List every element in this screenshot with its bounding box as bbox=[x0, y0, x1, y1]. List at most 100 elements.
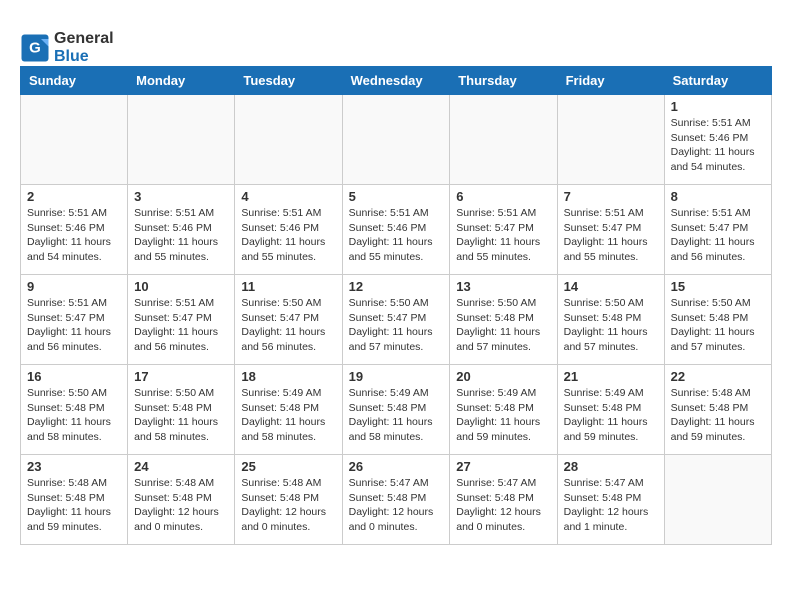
calendar-cell: 23Sunrise: 5:48 AM Sunset: 5:48 PM Dayli… bbox=[21, 455, 128, 545]
day-number: 4 bbox=[241, 189, 335, 204]
day-number: 11 bbox=[241, 279, 335, 294]
calendar-header-monday: Monday bbox=[128, 67, 235, 95]
calendar-cell: 5 Sunrise: 5:51 AM Sunset: 5:46 PM Daylig… bbox=[342, 185, 450, 275]
calendar-cell: 16 Sunrise: 5:50 AM Sunset: 5:48 PM Dayli… bbox=[21, 365, 128, 455]
day-info: Sunrise: 5:50 AM Sunset: 5:48 PM Dayligh… bbox=[134, 386, 228, 445]
calendar-cell: 6 Sunrise: 5:51 AM Sunset: 5:47 PM Daylig… bbox=[450, 185, 557, 275]
day-number: 12 bbox=[349, 279, 444, 294]
day-number: 16 bbox=[27, 369, 121, 384]
calendar-cell bbox=[557, 95, 664, 185]
day-number: 15 bbox=[671, 279, 765, 294]
calendar-header-row: SundayMondayTuesdayWednesdayThursdayFrid… bbox=[21, 67, 772, 95]
day-number: 2 bbox=[27, 189, 121, 204]
day-info: Sunrise: 5:47 AM Sunset: 5:48 PM Dayligh… bbox=[349, 476, 444, 535]
calendar-header-sunday: Sunday bbox=[21, 67, 128, 95]
day-info: Sunrise: 5:49 AM Sunset: 5:48 PM Dayligh… bbox=[241, 386, 335, 445]
day-info: Sunrise: 5:51 AM Sunset: 5:47 PM Dayligh… bbox=[564, 206, 658, 265]
day-number: 3 bbox=[134, 189, 228, 204]
calendar-cell bbox=[128, 95, 235, 185]
calendar-cell: 3 Sunrise: 5:51 AM Sunset: 5:46 PM Daylig… bbox=[128, 185, 235, 275]
logo: G General Blue bbox=[20, 30, 114, 66]
calendar-cell: 1 Sunrise: 5:51 AM Sunset: 5:46 PM Daylig… bbox=[664, 95, 771, 185]
calendar-header-thursday: Thursday bbox=[450, 67, 557, 95]
calendar-cell: 14 Sunrise: 5:50 AM Sunset: 5:48 PM Dayli… bbox=[557, 275, 664, 365]
day-number: 6 bbox=[456, 189, 550, 204]
day-info: Sunrise: 5:47 AM Sunset: 5:48 PM Dayligh… bbox=[456, 476, 550, 535]
day-number: 24 bbox=[134, 459, 228, 474]
day-info: Sunrise: 5:51 AM Sunset: 5:47 PM Dayligh… bbox=[456, 206, 550, 265]
day-number: 14 bbox=[564, 279, 658, 294]
day-number: 27 bbox=[456, 459, 550, 474]
day-number: 21 bbox=[564, 369, 658, 384]
calendar-cell bbox=[235, 95, 342, 185]
day-number: 7 bbox=[564, 189, 658, 204]
day-info: Sunrise: 5:51 AM Sunset: 5:46 PM Dayligh… bbox=[241, 206, 335, 265]
calendar-cell bbox=[342, 95, 450, 185]
calendar-cell: 24 Sunrise: 5:48 AM Sunset: 5:48 PM Dayli… bbox=[128, 455, 235, 545]
day-info: Sunrise: 5:50 AM Sunset: 5:48 PM Dayligh… bbox=[27, 386, 121, 445]
day-info: Sunrise: 5:50 AM Sunset: 5:48 PM Dayligh… bbox=[456, 296, 550, 355]
day-info: Sunrise: 5:51 AM Sunset: 5:46 PM Dayligh… bbox=[27, 206, 121, 265]
day-number: 22 bbox=[671, 369, 765, 384]
day-info: Sunrise: 5:48 AM Sunset: 5:48 PM Dayligh… bbox=[241, 476, 335, 535]
logo-text: General Blue bbox=[54, 30, 114, 66]
calendar-cell: 21 Sunrise: 5:49 AM Sunset: 5:48 PM Dayli… bbox=[557, 365, 664, 455]
calendar-cell: 4 Sunrise: 5:51 AM Sunset: 5:46 PM Daylig… bbox=[235, 185, 342, 275]
day-number: 17 bbox=[134, 369, 228, 384]
day-number: 8 bbox=[671, 189, 765, 204]
calendar-cell: 15 Sunrise: 5:50 AM Sunset: 5:48 PM Dayli… bbox=[664, 275, 771, 365]
calendar-cell: 20 Sunrise: 5:49 AM Sunset: 5:48 PM Dayli… bbox=[450, 365, 557, 455]
day-number: 25 bbox=[241, 459, 335, 474]
day-info: Sunrise: 5:48 AM Sunset: 5:48 PM Dayligh… bbox=[27, 476, 121, 535]
calendar-cell: 19 Sunrise: 5:49 AM Sunset: 5:48 PM Dayli… bbox=[342, 365, 450, 455]
page-header: G General Blue bbox=[20, 30, 772, 66]
calendar-week-row: 1 Sunrise: 5:51 AM Sunset: 5:46 PM Daylig… bbox=[21, 95, 772, 185]
day-info: Sunrise: 5:51 AM Sunset: 5:47 PM Dayligh… bbox=[134, 296, 228, 355]
day-number: 20 bbox=[456, 369, 550, 384]
calendar-cell: 9 Sunrise: 5:51 AM Sunset: 5:47 PM Daylig… bbox=[21, 275, 128, 365]
calendar-cell: 12 Sunrise: 5:50 AM Sunset: 5:47 PM Dayli… bbox=[342, 275, 450, 365]
day-info: Sunrise: 5:50 AM Sunset: 5:47 PM Dayligh… bbox=[241, 296, 335, 355]
calendar-header-tuesday: Tuesday bbox=[235, 67, 342, 95]
calendar-header-friday: Friday bbox=[557, 67, 664, 95]
day-info: Sunrise: 5:51 AM Sunset: 5:47 PM Dayligh… bbox=[27, 296, 121, 355]
day-info: Sunrise: 5:47 AM Sunset: 5:48 PM Dayligh… bbox=[564, 476, 658, 535]
day-info: Sunrise: 5:48 AM Sunset: 5:48 PM Dayligh… bbox=[134, 476, 228, 535]
day-number: 5 bbox=[349, 189, 444, 204]
calendar-cell: 10 Sunrise: 5:51 AM Sunset: 5:47 PM Dayli… bbox=[128, 275, 235, 365]
day-info: Sunrise: 5:49 AM Sunset: 5:48 PM Dayligh… bbox=[456, 386, 550, 445]
day-number: 10 bbox=[134, 279, 228, 294]
calendar-cell: 7 Sunrise: 5:51 AM Sunset: 5:47 PM Daylig… bbox=[557, 185, 664, 275]
day-number: 9 bbox=[27, 279, 121, 294]
calendar-cell: 11 Sunrise: 5:50 AM Sunset: 5:47 PM Dayli… bbox=[235, 275, 342, 365]
calendar-table: SundayMondayTuesdayWednesdayThursdayFrid… bbox=[20, 66, 772, 545]
calendar-cell bbox=[21, 95, 128, 185]
day-info: Sunrise: 5:51 AM Sunset: 5:46 PM Dayligh… bbox=[671, 116, 765, 175]
calendar-cell: 22Sunrise: 5:48 AM Sunset: 5:48 PM Dayli… bbox=[664, 365, 771, 455]
day-number: 13 bbox=[456, 279, 550, 294]
day-number: 26 bbox=[349, 459, 444, 474]
day-info: Sunrise: 5:51 AM Sunset: 5:46 PM Dayligh… bbox=[134, 206, 228, 265]
day-number: 1 bbox=[671, 99, 765, 114]
calendar-cell: 17 Sunrise: 5:50 AM Sunset: 5:48 PM Dayli… bbox=[128, 365, 235, 455]
calendar-cell: 27 Sunrise: 5:47 AM Sunset: 5:48 PM Dayli… bbox=[450, 455, 557, 545]
calendar-week-row: 16 Sunrise: 5:50 AM Sunset: 5:48 PM Dayli… bbox=[21, 365, 772, 455]
day-info: Sunrise: 5:51 AM Sunset: 5:47 PM Dayligh… bbox=[671, 206, 765, 265]
day-info: Sunrise: 5:50 AM Sunset: 5:48 PM Dayligh… bbox=[671, 296, 765, 355]
day-info: Sunrise: 5:49 AM Sunset: 5:48 PM Dayligh… bbox=[564, 386, 658, 445]
calendar-cell bbox=[450, 95, 557, 185]
day-info: Sunrise: 5:49 AM Sunset: 5:48 PM Dayligh… bbox=[349, 386, 444, 445]
day-info: Sunrise: 5:51 AM Sunset: 5:46 PM Dayligh… bbox=[349, 206, 444, 265]
calendar-cell: 18Sunrise: 5:49 AM Sunset: 5:48 PM Dayli… bbox=[235, 365, 342, 455]
day-info: Sunrise: 5:50 AM Sunset: 5:48 PM Dayligh… bbox=[564, 296, 658, 355]
calendar-cell: 28 Sunrise: 5:47 AM Sunset: 5:48 PM Dayli… bbox=[557, 455, 664, 545]
calendar-cell bbox=[664, 455, 771, 545]
svg-text:G: G bbox=[29, 40, 41, 57]
calendar-cell: 26 Sunrise: 5:47 AM Sunset: 5:48 PM Dayli… bbox=[342, 455, 450, 545]
calendar-header-saturday: Saturday bbox=[664, 67, 771, 95]
day-number: 19 bbox=[349, 369, 444, 384]
calendar-week-row: 9 Sunrise: 5:51 AM Sunset: 5:47 PM Daylig… bbox=[21, 275, 772, 365]
calendar-week-row: 2 Sunrise: 5:51 AM Sunset: 5:46 PM Daylig… bbox=[21, 185, 772, 275]
day-number: 28 bbox=[564, 459, 658, 474]
day-info: Sunrise: 5:50 AM Sunset: 5:47 PM Dayligh… bbox=[349, 296, 444, 355]
